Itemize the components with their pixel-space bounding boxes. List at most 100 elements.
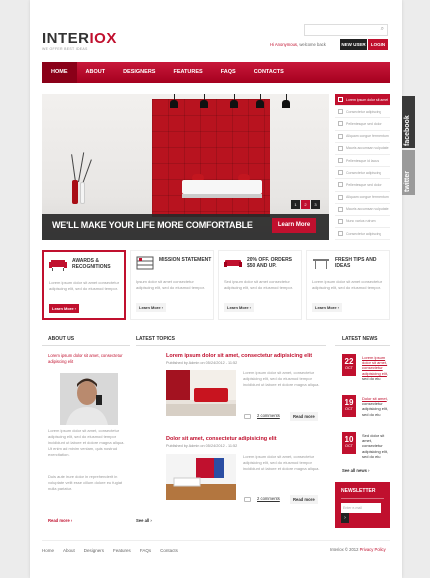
side-list-item[interactable]: Pellentesque id lacus (335, 155, 390, 168)
facebook-tab[interactable]: facebook (402, 96, 415, 148)
learn-more-button[interactable]: Learn More › (312, 303, 343, 312)
topics-see-all[interactable]: See all › (136, 518, 152, 523)
news-item[interactable]: Lorem ipsum dolor sit amet, consectetur … (362, 355, 390, 381)
list-bullet-icon (338, 97, 343, 103)
side-list-label: Aliquam congue fermentum (346, 195, 389, 200)
news-link[interactable]: Lorem ipsum dolor sit amet, consectetur … (362, 355, 387, 376)
topic-title[interactable]: Lorem ipsum dolor sit amet, consectetur … (166, 353, 331, 359)
footer-link-home[interactable]: Home (42, 548, 54, 553)
topic-meta: Published by Admin on 05/24/2012 - 11:52 (166, 361, 238, 365)
nav-contacts[interactable]: CONTACTS (245, 62, 293, 83)
pager-2[interactable]: 2 (301, 200, 310, 209)
list-bullet-icon (338, 206, 343, 212)
login-button[interactable]: LOGIN (368, 39, 388, 50)
news-date: 19 OCT (342, 395, 356, 417)
logo[interactable]: INTERIOX (42, 30, 117, 47)
side-list-item[interactable]: Mauris accumsan vulputate (335, 204, 390, 216)
comments-link[interactable]: 2 comments (257, 413, 280, 418)
sofa-icon (224, 260, 242, 267)
news-item[interactable]: Sed dolor sit amet, consectetur adipisic… (362, 433, 390, 459)
list-bullet-icon (338, 218, 343, 224)
side-list-item[interactable]: Aliquam congue fermentum (335, 192, 390, 204)
footer-link-features[interactable]: Features (113, 548, 131, 553)
divider (335, 345, 390, 346)
side-list-label: Mauris accumsan vulputate (346, 146, 389, 151)
divider (42, 345, 130, 346)
red-wall-image (152, 99, 270, 217)
about-text-2: Duis aute irure dolor in reprehenderit i… (48, 474, 123, 491)
search-input[interactable]: ⌕ (304, 24, 388, 36)
list-bullet-icon (338, 194, 343, 200)
logo-accent: IOX (89, 30, 117, 47)
learn-more-button[interactable]: Learn More (272, 218, 316, 233)
read-more-button[interactable]: Read more (290, 412, 318, 421)
news-date: 10 OCT (342, 432, 356, 454)
nav-home[interactable]: HOME (42, 62, 77, 83)
about-read-more[interactable]: Read more › (48, 518, 72, 523)
red-vase (72, 180, 78, 204)
side-list-label: Pellentesque id lacus (346, 158, 380, 163)
side-list-item[interactable]: Lorem ipsum dolor sit amet (335, 94, 390, 107)
side-list-item[interactable]: Aliquam congue fermentum (335, 131, 390, 143)
learn-more-button[interactable]: Learn More › (136, 303, 167, 312)
side-list-item[interactable]: Mauris accumsan vulputate (335, 143, 390, 155)
feature-mission[interactable]: MISSION STATEMENT Ipsum dolor sit amet c… (130, 250, 214, 320)
topic-text: Lorem ipsum dolor sit amet, consectetur … (243, 370, 320, 387)
newsletter-email-input[interactable]: Enter e-mail (341, 503, 381, 513)
copyright-text: Interiox © 2012 (330, 547, 359, 552)
comment-icon (244, 497, 251, 502)
living-room-photo (166, 370, 236, 416)
news-item[interactable]: Dolor sit amet, consectetur adipisicing … (362, 396, 390, 417)
privacy-policy-link[interactable]: Privacy Policy (360, 547, 386, 552)
topic-image (166, 370, 236, 416)
side-list-item[interactable]: Nunc varius rutrum (335, 216, 390, 229)
footer-link-designers[interactable]: Designers (84, 548, 104, 553)
side-list-item[interactable]: Consectetur adipiscing (335, 228, 390, 241)
side-list-item[interactable]: Consectetur adipiscing (335, 106, 390, 119)
side-list-item[interactable]: Pellentesque sed dolor (335, 118, 390, 131)
pager-1[interactable]: 1 (291, 200, 300, 209)
nav-about[interactable]: ABOUT (77, 62, 115, 83)
banner-text: WE'LL MAKE YOUR LIFE MORE COMFORTABLE (52, 220, 253, 230)
side-list-label: Lorem ipsum dolor sit amet (346, 97, 389, 102)
read-more-button[interactable]: Read more (290, 495, 318, 504)
welcome-text: Hi Anonymous, welcome back (270, 42, 326, 47)
nav-features[interactable]: FEATURES (164, 62, 211, 83)
feature-awards[interactable]: AWARDS & RECOGNITIONS Lorem ipsum dolor … (42, 250, 126, 320)
news-see-all[interactable]: See all news › (342, 468, 369, 473)
feature-text: Sed ipsum dolor sit amet consectetur adi… (224, 279, 293, 290)
topic-title[interactable]: Dolor sit amet, consectetur adipisicing … (166, 436, 331, 442)
white-vase (80, 182, 85, 204)
search-icon[interactable]: ⌕ (381, 26, 384, 33)
list-bullet-icon (338, 121, 343, 127)
side-list-item[interactable]: Pellentesque sed dolor (335, 179, 390, 192)
newsletter-title: NEWSLETTER (341, 488, 376, 494)
list-bullet-icon (338, 133, 343, 139)
about-photo (60, 373, 118, 425)
footer-link-faqs[interactable]: FAQs (140, 548, 151, 553)
divider (341, 498, 384, 499)
footer-link-contacts[interactable]: Contacts (160, 548, 178, 553)
nav-designers[interactable]: DESIGNERS (114, 62, 164, 83)
lamp-icon (256, 94, 264, 116)
side-list-label: Nunc varius rutrum (346, 219, 376, 224)
list-bullet-icon (338, 109, 343, 115)
side-list-item[interactable]: Consectetur adipiscing (335, 167, 390, 180)
newsletter-submit-button[interactable]: › (341, 513, 349, 523)
nav-faqs[interactable]: FAQS (212, 62, 245, 83)
bench-base (182, 194, 262, 198)
pager-3[interactable]: 3 (311, 200, 320, 209)
learn-more-button[interactable]: Learn More › (49, 304, 80, 313)
twitter-tab[interactable]: twitter (402, 150, 415, 195)
learn-more-button[interactable]: Learn More › (224, 303, 255, 312)
person-photo (60, 373, 118, 425)
feature-discount[interactable]: 20% OFF. ORDERS $50 AND UP. Sed ipsum do… (218, 250, 302, 320)
welcome-user: Hi Anonymous, (270, 42, 299, 47)
footer-link-about[interactable]: About (63, 548, 75, 553)
comments-link[interactable]: 2 comments (257, 496, 280, 501)
feature-tips[interactable]: FRESH TIPS AND IDEAS Lorem ipsum dolor s… (306, 250, 390, 320)
main-nav: HOME ABOUT DESIGNERS FEATURES FAQS CONTA… (42, 62, 390, 83)
topic-text: Lorem ipsum dolor sit amet, consectetur … (243, 454, 320, 471)
new-user-button[interactable]: NEW USER (340, 39, 367, 50)
feature-text: Lorem ipsum dolor sit amet consectetur a… (312, 279, 383, 290)
